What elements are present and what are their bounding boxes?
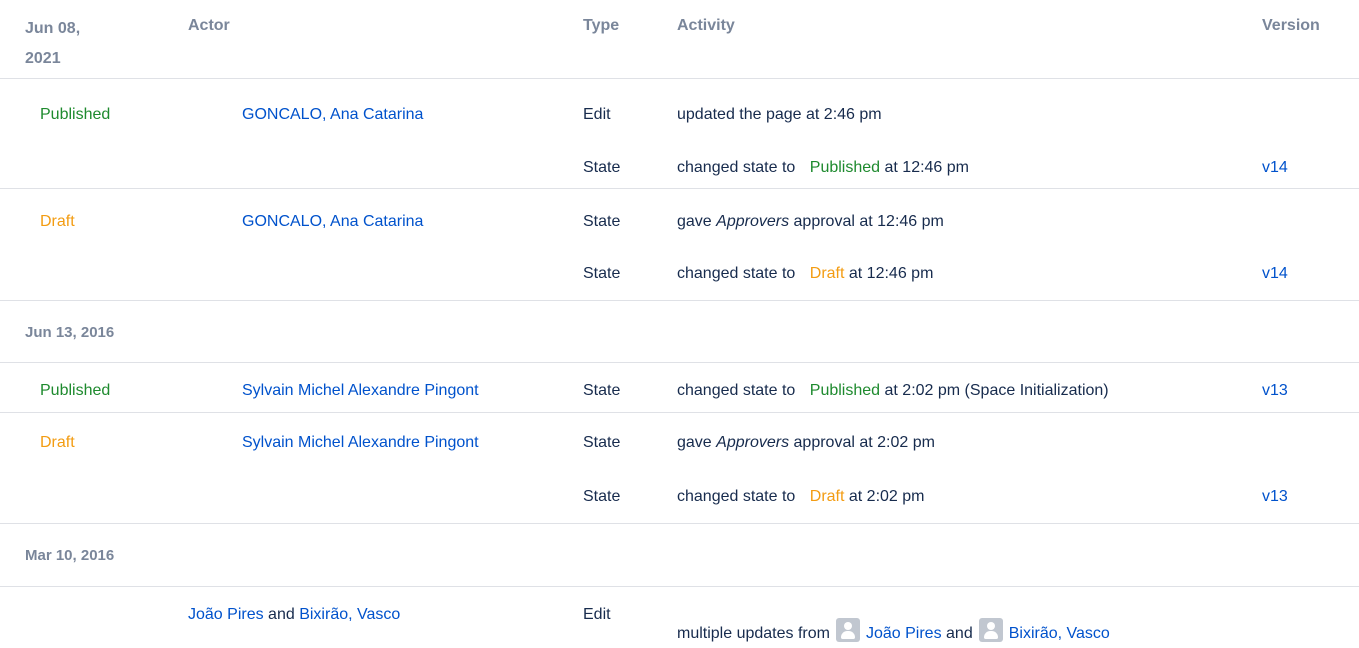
state-label-published: Published (40, 382, 111, 399)
actor-list: João Pires and Bixirão, Vasco (188, 605, 400, 625)
type-label: Edit (583, 106, 611, 123)
activity-state-draft: Draft (809, 488, 845, 505)
activity-suffix: at 2:02 pm (Space Initialization) (884, 382, 1109, 399)
version-link[interactable]: v14 (1262, 264, 1288, 284)
activity-state-draft: Draft (809, 265, 845, 282)
activity-suffix: approval at 2:02 pm (793, 434, 935, 451)
activity-conjunction: and (946, 625, 973, 642)
header-actor: Actor (188, 17, 230, 34)
activity-suffix: approval at 12:46 pm (793, 213, 944, 230)
actor-link[interactable]: Sylvain Michel Alexandre Pingont (242, 381, 479, 401)
activity-prefix: changed state to (677, 159, 796, 176)
divider (0, 78, 1359, 79)
header-type: Type (583, 17, 620, 34)
actor-link[interactable]: João Pires (188, 606, 264, 623)
divider (0, 586, 1359, 587)
activity-text: gave Approvers approval at 12:46 pm (677, 212, 944, 232)
activity-role: Approvers (716, 213, 790, 230)
version-link[interactable]: v13 (1262, 487, 1288, 507)
type-label: State (583, 382, 621, 399)
type-label: State (583, 488, 621, 505)
activity-text: multiple updates from João Pires and Bixir… (677, 618, 1110, 644)
user-avatar-icon (835, 618, 860, 642)
header-date: Jun 08, 2021 (25, 20, 81, 67)
activity-prefix: gave (677, 213, 712, 230)
version-link[interactable]: v13 (1262, 381, 1288, 401)
type-label: State (583, 213, 621, 230)
actor-link[interactable]: Sylvain Michel Alexandre Pingont (242, 433, 479, 453)
divider (0, 412, 1359, 413)
activity-text: changed state to Published at 12:46 pm (677, 158, 969, 178)
activity-user-link[interactable]: Bixirão, Vasco (1009, 625, 1110, 642)
activity-state-published: Published (809, 159, 881, 176)
group-date: Mar 10, 2016 (25, 547, 115, 564)
version-link[interactable]: v14 (1262, 158, 1288, 178)
actor-link[interactable]: GONCALO, Ana Catarina (242, 105, 423, 125)
actor-conjunction: and (268, 606, 295, 623)
activity-prefix: changed state to (677, 488, 796, 505)
state-label-draft: Draft (40, 434, 75, 451)
activity-text: changed state to Draft at 12:46 pm (677, 264, 933, 284)
group-date: Jun 13, 2016 (25, 324, 115, 341)
state-label-published: Published (40, 106, 111, 123)
header-activity: Activity (677, 17, 735, 34)
divider (0, 300, 1359, 301)
type-label: Edit (583, 606, 611, 623)
activity-suffix: at 2:02 pm (848, 488, 925, 505)
activity-suffix: at 12:46 pm (884, 159, 970, 176)
state-label-draft: Draft (40, 213, 75, 230)
divider (0, 523, 1359, 524)
activity-role: Approvers (716, 434, 790, 451)
divider (0, 188, 1359, 189)
actor-link[interactable]: GONCALO, Ana Catarina (242, 212, 423, 232)
divider (0, 362, 1359, 363)
activity-text: gave Approvers approval at 2:02 pm (677, 433, 935, 453)
actor-link[interactable]: Bixirão, Vasco (299, 606, 400, 623)
header-version: Version (1262, 17, 1320, 34)
activity-text: changed state to Draft at 2:02 pm (677, 487, 925, 507)
activity-suffix: at 12:46 pm (848, 265, 934, 282)
activity-text: updated the page at 2:46 pm (677, 106, 882, 123)
type-label: State (583, 434, 621, 451)
activity-prefix: changed state to (677, 382, 796, 399)
activity-prefix: gave (677, 434, 712, 451)
user-avatar-icon (978, 618, 1003, 642)
activity-state-published: Published (809, 382, 881, 399)
activity-prefix: changed state to (677, 265, 796, 282)
type-label: State (583, 159, 621, 176)
activity-prefix: multiple updates from (677, 625, 830, 642)
activity-text: changed state to Published at 2:02 pm (S… (677, 381, 1109, 401)
activity-user-link[interactable]: João Pires (866, 625, 942, 642)
type-label: State (583, 265, 621, 282)
